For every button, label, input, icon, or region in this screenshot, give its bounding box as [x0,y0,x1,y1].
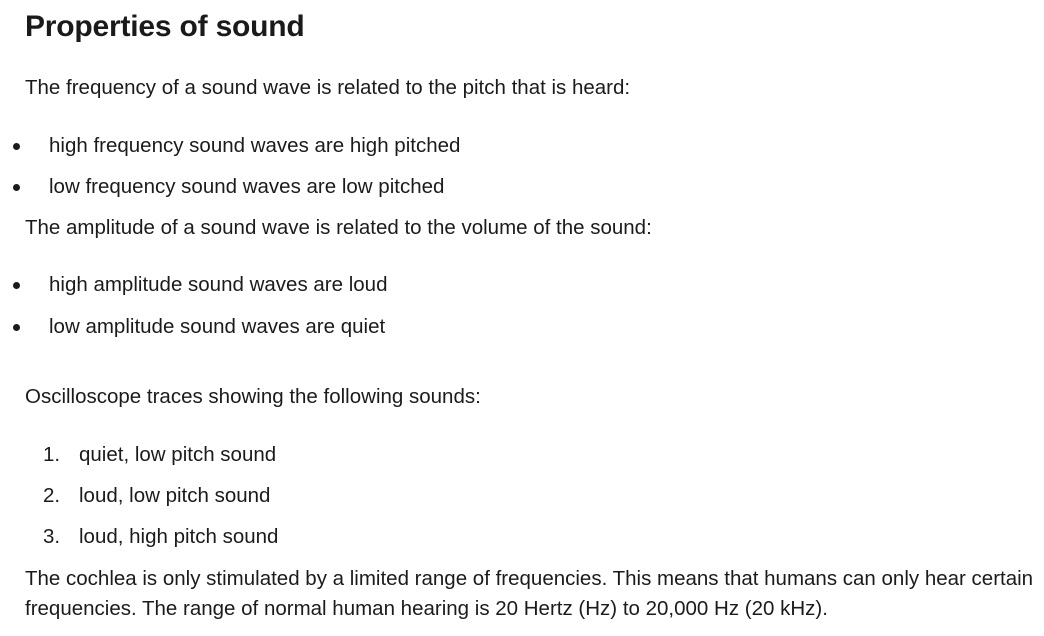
list-item-text: loud, high pitch sound [79,525,279,548]
list-item-text: loud, low pitch sound [79,484,271,507]
list-item-text: quiet, low pitch sound [79,443,277,466]
closing-paragraph: The cochlea is only stimulated by a limi… [25,567,1034,620]
list-number: 2. [43,484,61,507]
bullet-icon [13,282,20,289]
bullet-icon [13,324,20,331]
amplitude-intro: The amplitude of a sound wave is related… [25,216,652,239]
bullet-icon [13,184,20,191]
list-item-text: high amplitude sound waves are loud [49,273,388,296]
bullet-icon [13,143,20,150]
list-item-text: low frequency sound waves are low pitche… [49,175,445,198]
page-title: Properties of sound [25,10,305,43]
list-number: 3. [43,525,61,548]
document-page: Properties of sound The frequency of a s… [0,0,1044,636]
oscilloscope-intro: Oscilloscope traces showing the followin… [25,385,481,408]
list-item-text: high frequency sound waves are high pitc… [49,134,461,157]
frequency-intro: The frequency of a sound wave is related… [25,76,631,99]
list-number: 1. [43,443,61,466]
list-item-text: low amplitude sound waves are quiet [49,315,386,338]
